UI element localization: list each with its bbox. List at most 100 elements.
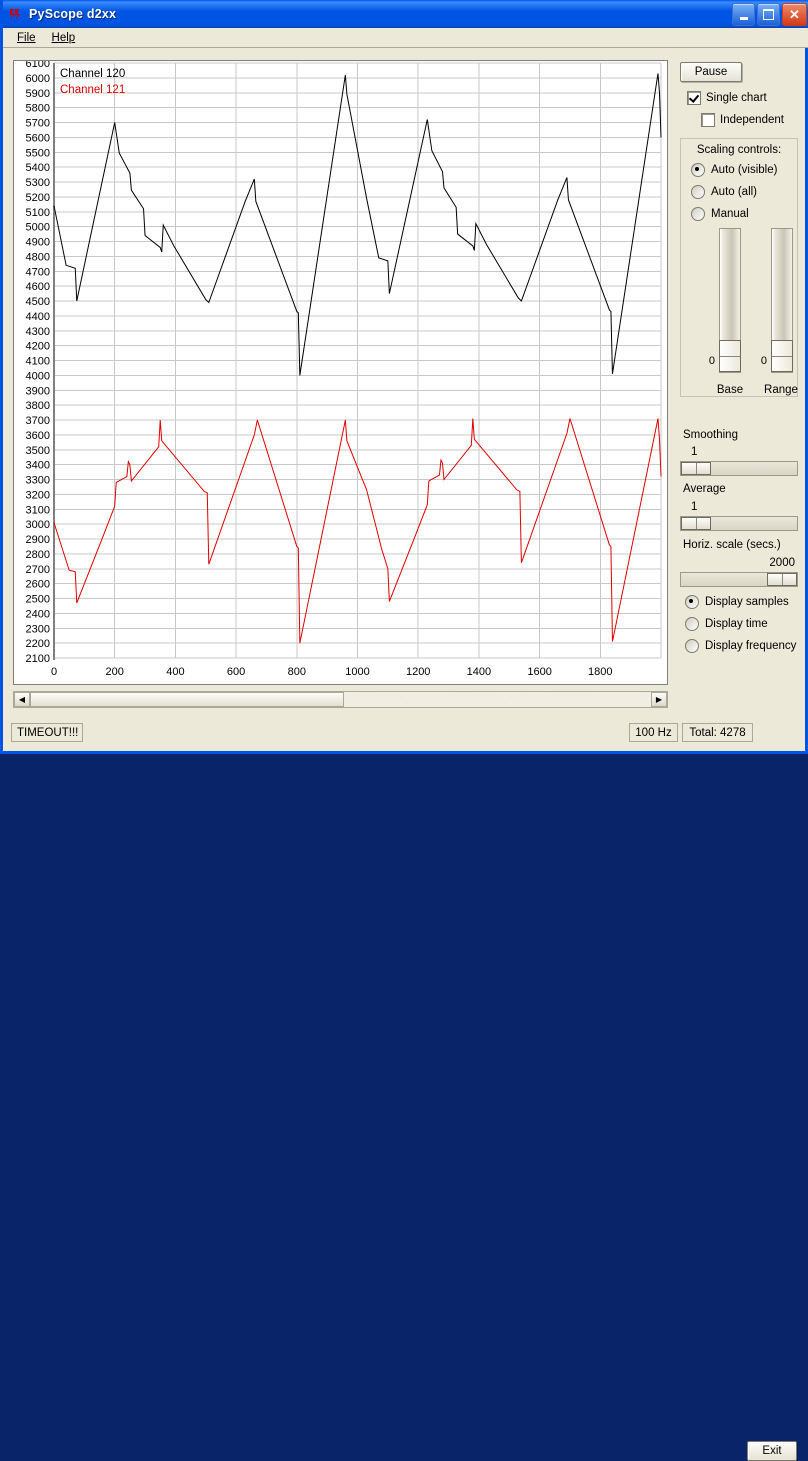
svg-text:2900: 2900 (26, 534, 50, 546)
svg-text:2100: 2100 (26, 653, 50, 665)
base-slider-thumb[interactable] (719, 340, 741, 372)
maximize-button[interactable] (757, 3, 780, 26)
svg-text:1600: 1600 (527, 666, 551, 678)
svg-text:3300: 3300 (26, 475, 50, 487)
svg-text:400: 400 (166, 666, 184, 678)
scroll-left-arrow-icon[interactable]: ◀ (14, 692, 30, 707)
horiz-scale-label: Horiz. scale (secs.) (683, 539, 781, 551)
window-title: PyScope d2xx (29, 7, 116, 21)
menu-item-file[interactable]: File (11, 30, 46, 46)
range-slider[interactable] (771, 228, 793, 373)
svg-text:800: 800 (288, 666, 306, 678)
average-slider-thumb[interactable] (681, 517, 711, 530)
minimize-button[interactable] (732, 3, 755, 26)
single-chart-checkbox-row[interactable]: Single chart (687, 91, 767, 105)
smoothing-slider[interactable] (680, 461, 798, 476)
svg-text:3000: 3000 (26, 519, 50, 531)
svg-text:4400: 4400 (26, 311, 50, 323)
scaling-controls-title: Scaling controls: (680, 144, 798, 156)
svg-text:1200: 1200 (406, 666, 430, 678)
svg-text:600: 600 (227, 666, 245, 678)
radio-display-frequency[interactable] (685, 639, 699, 653)
svg-text:5400: 5400 (26, 162, 50, 174)
average-label: Average (683, 483, 726, 495)
scaling-option-manual[interactable]: Manual (691, 207, 749, 221)
svg-text:4300: 4300 (26, 326, 50, 338)
svg-text:2700: 2700 (26, 564, 50, 576)
svg-text:4000: 4000 (26, 370, 50, 382)
svg-text:5800: 5800 (26, 103, 50, 115)
single-chart-checkbox[interactable] (687, 91, 701, 105)
close-button[interactable]: ✕ (782, 3, 807, 26)
scaling-option-auto-all[interactable]: Auto (all) (691, 185, 757, 199)
pause-button[interactable]: Pause (680, 62, 742, 82)
smoothing-value: 1 (691, 446, 697, 458)
horiz-scale-slider-thumb[interactable] (767, 573, 797, 586)
app-window: PyScope d2xx ✕ File Help 210022002300240… (0, 0, 808, 754)
display-option-frequency-label: Display frequency (705, 640, 796, 652)
radio-manual[interactable] (691, 207, 705, 221)
svg-text:4500: 4500 (26, 296, 50, 308)
exit-button[interactable]: Exit (747, 1441, 797, 1461)
svg-text:3400: 3400 (26, 460, 50, 472)
svg-text:5500: 5500 (26, 147, 50, 159)
average-slider[interactable] (680, 516, 798, 531)
svg-text:5100: 5100 (26, 207, 50, 219)
scrollbar-thumb[interactable] (30, 692, 344, 707)
status-bar: TIMEOUT!!! 100 Hz Total: 4278 Exit (3, 718, 805, 748)
scrollbar-track[interactable] (30, 692, 651, 707)
independent-checkbox[interactable] (701, 113, 715, 127)
chart-area[interactable]: 2100220023002400250026002700280029003000… (13, 60, 668, 685)
display-option-time[interactable]: Display time (685, 617, 768, 631)
maximize-icon (763, 9, 774, 20)
svg-text:4700: 4700 (26, 266, 50, 278)
horiz-scale-slider[interactable] (680, 572, 798, 587)
radio-display-samples[interactable] (685, 595, 699, 609)
svg-text:3700: 3700 (26, 415, 50, 427)
svg-text:Channel 121: Channel 121 (60, 84, 125, 96)
svg-text:3200: 3200 (26, 489, 50, 501)
svg-text:4600: 4600 (26, 281, 50, 293)
smoothing-slider-thumb[interactable] (681, 462, 711, 475)
svg-text:1400: 1400 (467, 666, 491, 678)
menu-item-help[interactable]: Help (46, 30, 86, 46)
scaling-option-auto-visible-label: Auto (visible) (711, 164, 777, 176)
svg-text:4100: 4100 (26, 356, 50, 368)
scaling-option-manual-label: Manual (711, 208, 749, 220)
svg-text:2300: 2300 (26, 623, 50, 635)
radio-auto-all[interactable] (691, 185, 705, 199)
independent-checkbox-row[interactable]: Independent (701, 113, 784, 127)
oscilloscope-chart: 2100220023002400250026002700280029003000… (14, 61, 667, 684)
scroll-right-arrow-icon[interactable]: ▶ (651, 692, 667, 707)
range-slider-thumb[interactable] (771, 340, 793, 372)
svg-text:5900: 5900 (26, 88, 50, 100)
radio-display-time[interactable] (685, 617, 699, 631)
display-option-time-label: Display time (705, 618, 768, 630)
display-option-frequency[interactable]: Display frequency (685, 639, 796, 653)
svg-text:3800: 3800 (26, 400, 50, 412)
svg-text:2600: 2600 (26, 579, 50, 591)
range-slider-value: 0 (747, 355, 767, 367)
svg-text:2400: 2400 (26, 608, 50, 620)
radio-auto-visible[interactable] (691, 163, 705, 177)
svg-text:3600: 3600 (26, 430, 50, 442)
display-option-samples[interactable]: Display samples (685, 595, 789, 609)
minimize-icon (740, 17, 748, 20)
svg-text:2500: 2500 (26, 594, 50, 606)
menu-bar: File Help (3, 28, 808, 48)
scaling-option-auto-visible[interactable]: Auto (visible) (691, 163, 777, 177)
menu-item-help-label: Help (52, 32, 76, 44)
control-panel: Pause Single chart Independent Scaling c… (675, 58, 803, 708)
chart-hscrollbar[interactable]: ◀ ▶ (13, 691, 668, 708)
svg-text:5000: 5000 (26, 222, 50, 234)
svg-text:5300: 5300 (26, 177, 50, 189)
display-option-samples-label: Display samples (705, 596, 789, 608)
svg-text:5700: 5700 (26, 118, 50, 130)
base-slider[interactable] (719, 228, 741, 373)
range-slider-caption: Range (761, 384, 801, 396)
base-slider-value: 0 (695, 355, 715, 367)
svg-text:6100: 6100 (26, 61, 50, 70)
single-chart-label: Single chart (706, 92, 767, 104)
svg-text:0: 0 (51, 666, 57, 678)
smoothing-label: Smoothing (683, 429, 738, 441)
